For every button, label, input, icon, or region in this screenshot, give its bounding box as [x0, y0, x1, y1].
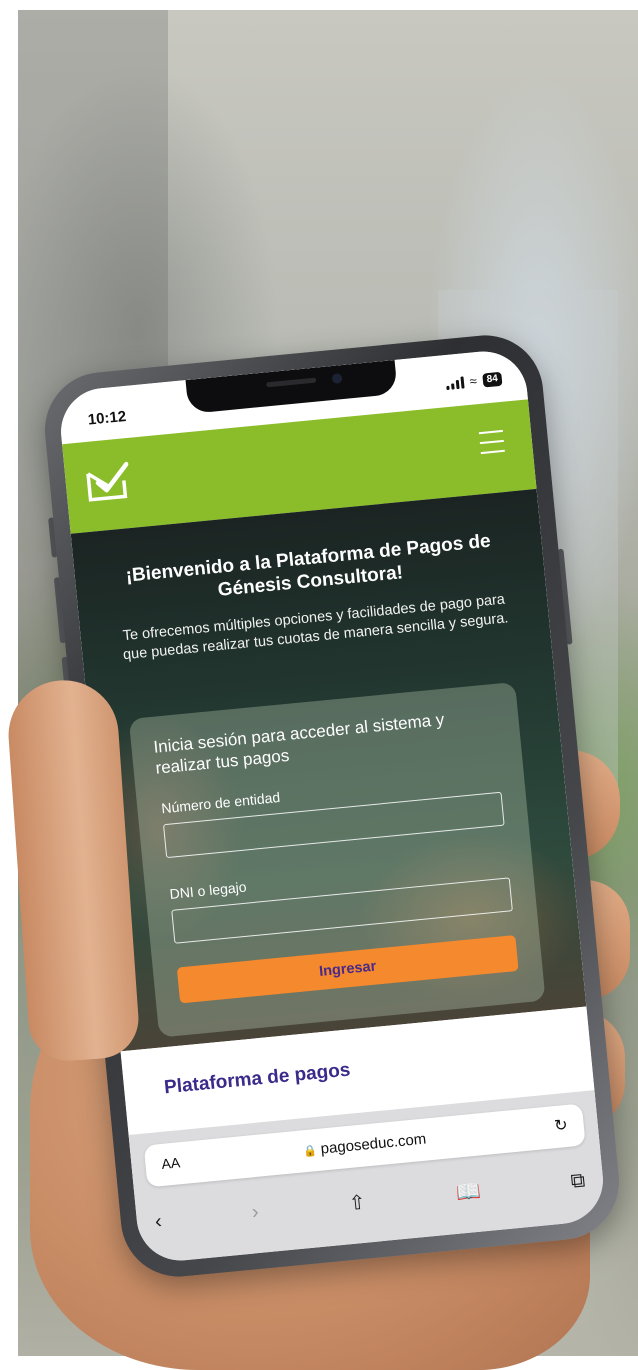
status-time: 10:12	[87, 407, 127, 429]
hero-section: ¡Bienvenido a la Plataforma de Pagos de …	[70, 488, 587, 1052]
status-icons: ≈ 84	[445, 371, 503, 391]
forward-icon[interactable]: ›	[251, 1200, 260, 1224]
section-title: Plataforma de pagos	[163, 1059, 352, 1099]
battery-level: 84	[482, 371, 503, 388]
reload-icon[interactable]: ↻	[553, 1115, 569, 1136]
check-envelope-icon[interactable]	[84, 460, 132, 504]
signal-icon	[445, 376, 465, 391]
login-card: Inicia sesión para acceder al sistema y …	[128, 681, 546, 1038]
login-heading: Inicia sesión para acceder al sistema y …	[152, 709, 446, 778]
front-camera	[331, 373, 343, 385]
bookmarks-icon[interactable]: 📖	[455, 1178, 482, 1205]
back-icon[interactable]: ‹	[154, 1210, 163, 1234]
share-icon[interactable]: ⇧	[348, 1189, 367, 1215]
url-text: pagoseduc.com	[319, 1130, 427, 1158]
lock-icon: 🔒	[302, 1145, 318, 1159]
phone-screen: 10:12 ≈ 84 ¡Bienvenido a la Plataforma d…	[57, 347, 607, 1265]
wifi-icon: ≈	[468, 373, 478, 389]
tabs-icon[interactable]: ⧉	[570, 1169, 586, 1193]
entity-number-label: Número de entidad	[160, 788, 281, 817]
speaker-grille	[266, 377, 317, 388]
hamburger-menu-icon[interactable]	[478, 429, 505, 455]
dni-label: DNI o legajo	[168, 878, 248, 902]
login-submit-button[interactable]: Ingresar	[176, 935, 519, 1004]
smartphone: 10:12 ≈ 84 ¡Bienvenido a la Plataforma d…	[39, 330, 625, 1282]
